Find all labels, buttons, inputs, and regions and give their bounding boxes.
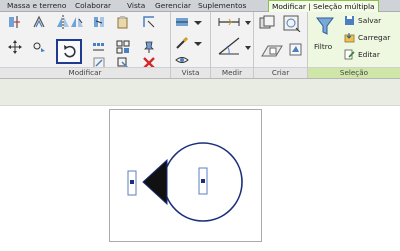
load-selection-icon: [344, 33, 355, 43]
create-parts-icon[interactable]: [282, 14, 302, 32]
panel-title-vista: Vista: [171, 67, 210, 78]
panel-title-criar: Criar: [254, 67, 307, 78]
panel-vista: Vista: [171, 12, 211, 78]
dropdown-arrow-icon[interactable]: [191, 36, 205, 50]
panel-selecao: Filtro Salvar Carregar Editar Seleção: [308, 12, 400, 78]
hide-icon[interactable]: [175, 53, 189, 67]
create-similar-icon[interactable]: [288, 42, 304, 58]
tab-gerenciar[interactable]: Gerenciar: [152, 0, 194, 11]
offset-icon[interactable]: [32, 15, 46, 29]
selected-triangle[interactable]: [142, 158, 168, 206]
dropdown-arrow-icon[interactable]: [244, 40, 252, 54]
drawing-canvas: [127, 142, 243, 222]
move-icon[interactable]: [8, 40, 22, 54]
tab-massa-e-terreno[interactable]: Massa e terreno: [4, 0, 69, 11]
create-assembly-icon[interactable]: [258, 14, 276, 32]
pin-icon[interactable]: [142, 40, 156, 54]
ribbon-tab-strip: Massa e terreno Colaborar Vista Gerencia…: [0, 0, 400, 12]
dropdown-arrow-icon[interactable]: [191, 15, 205, 29]
split-icon[interactable]: [92, 15, 106, 29]
array-icon[interactable]: [92, 40, 106, 54]
save-selection-button[interactable]: Salvar: [344, 15, 398, 27]
tab-colaborar[interactable]: Colaborar: [72, 0, 114, 11]
panel-title-selecao: Seleção: [308, 67, 400, 78]
panel-criar: Criar: [254, 12, 308, 78]
rotate-icon: [64, 45, 76, 58]
override-graphics-icon[interactable]: [175, 15, 189, 29]
edit-selection-icon: [344, 49, 355, 60]
tab-modificar-selecao-multipla[interactable]: Modificar | Seleção múltipla: [268, 0, 379, 12]
filter-button[interactable]: Filtro: [310, 14, 340, 64]
create-group-icon[interactable]: [260, 42, 284, 60]
panel-title-medir: Medir: [211, 67, 253, 78]
measure-distance-icon[interactable]: [217, 15, 241, 29]
rotate-button[interactable]: [56, 39, 82, 64]
filter-icon: [316, 17, 334, 35]
panel-title-modificar: Modificar: [0, 67, 170, 78]
mirror-draw-icon[interactable]: [70, 15, 84, 29]
paste-icon[interactable]: [116, 15, 130, 29]
edit-selection-label: Editar: [358, 50, 380, 59]
align-icon[interactable]: [8, 15, 22, 29]
group-icon[interactable]: [116, 40, 130, 54]
drawing-view[interactable]: [109, 109, 262, 242]
grip-left-marker: [130, 180, 134, 184]
ribbon: Modificar Vista Medir Criar Filtro Salva…: [0, 12, 400, 79]
paint-icon[interactable]: [175, 36, 189, 50]
tab-vista[interactable]: Vista: [124, 0, 148, 11]
dimension-angle-icon[interactable]: [217, 36, 241, 56]
load-selection-button[interactable]: Carregar: [344, 32, 398, 44]
tab-suplementos[interactable]: Suplementos: [195, 0, 249, 11]
edit-selection-button[interactable]: Editar: [344, 49, 398, 61]
trim-icon[interactable]: [142, 15, 156, 29]
grip-center-marker: [201, 179, 205, 183]
load-selection-label: Carregar: [358, 33, 391, 42]
mirror-axis-icon[interactable]: [56, 15, 70, 29]
filter-label: Filtro: [314, 42, 333, 51]
copy-icon[interactable]: [32, 40, 46, 54]
dropdown-arrow-icon[interactable]: [244, 15, 252, 29]
save-selection-label: Salvar: [358, 16, 382, 25]
options-bar: [0, 79, 400, 106]
save-selection-icon: [345, 16, 354, 25]
panel-modificar: Modificar: [0, 12, 171, 78]
panel-medir: Medir: [211, 12, 254, 78]
